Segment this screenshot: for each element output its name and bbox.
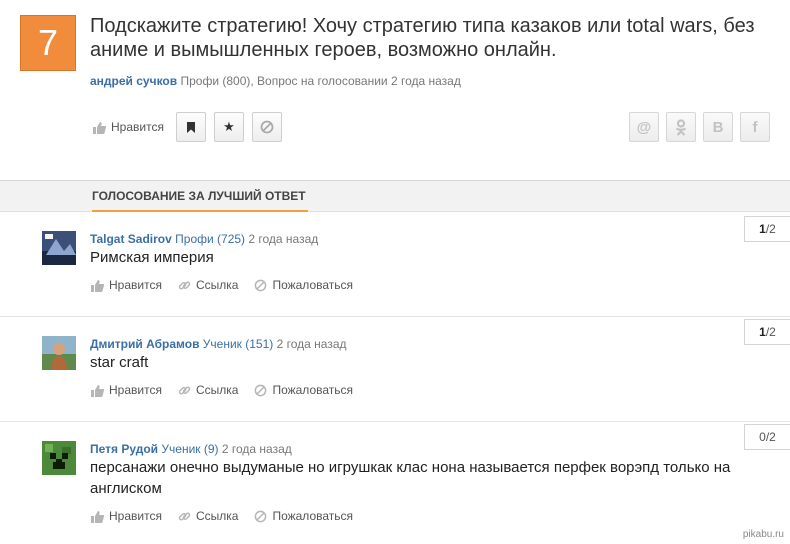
answer-text: star craft xyxy=(90,354,149,371)
bookmark-button[interactable] xyxy=(175,112,206,142)
answer-report-label: Пожаловаться xyxy=(272,278,354,292)
answer-actions: Нравится Ссылка Пожаловаться xyxy=(90,278,369,292)
bookmark-icon xyxy=(186,121,195,133)
answer-meta: Talgat Sadirov Профи (725) 2 года назад xyxy=(90,232,318,246)
answer-report-button[interactable]: Пожаловаться xyxy=(254,278,353,292)
answer-link-button[interactable]: Ссылка xyxy=(178,383,238,397)
question-author-link[interactable]: андрей сучков xyxy=(90,74,177,88)
answer-author-rank: Ученик (151) xyxy=(202,337,274,351)
answer-like-button[interactable]: Нравится xyxy=(90,278,162,292)
section-title: ГОЛОСОВАНИЕ ЗА ЛУЧШИЙ ОТВЕТ xyxy=(92,181,308,212)
question-like-button[interactable]: Нравится xyxy=(92,120,164,134)
answer-like-button[interactable]: Нравится xyxy=(90,509,162,523)
answer-actions: Нравится Ссылка Пожаловаться xyxy=(90,509,369,523)
avatar[interactable] xyxy=(42,441,76,475)
facebook-icon: f xyxy=(752,118,758,136)
thumbs-up-icon xyxy=(91,279,104,292)
vote-counter: 1/2 xyxy=(744,216,790,242)
block-icon xyxy=(255,510,267,522)
answer-actions: Нравится Ссылка Пожаловаться xyxy=(90,383,369,397)
answer-author-rank: Ученик (9) xyxy=(161,442,219,456)
question-meta-text: Профи (800), Вопрос на голосовании 2 год… xyxy=(180,74,461,88)
answer-link-label: Ссылка xyxy=(195,383,239,397)
share-buttons: @ В f xyxy=(622,112,770,142)
answer-author-link[interactable]: Петя Рудой xyxy=(90,442,158,456)
answer-report-button[interactable]: Пожаловаться xyxy=(254,383,353,397)
vote-count: 1 xyxy=(759,222,766,236)
share-vk-button[interactable]: В xyxy=(703,112,733,142)
question-number-badge: 7 xyxy=(20,15,76,71)
answer-meta: Петя Рудой Ученик (9) 2 года назад xyxy=(90,442,292,456)
share-facebook-button[interactable]: f xyxy=(740,112,770,142)
answer-text: персанажи онечно выдуманые но игрушкак к… xyxy=(90,459,731,497)
question-title: Подскажите стратегию! Хочу стратегию тип… xyxy=(90,15,755,61)
answer-report-button[interactable]: Пожаловаться xyxy=(254,509,353,523)
thumbs-up-icon xyxy=(91,384,104,397)
watermark: pikabu.ru xyxy=(742,529,784,540)
block-icon xyxy=(255,384,267,396)
section-bar: ГОЛОСОВАНИЕ ЗА ЛУЧШИЙ ОТВЕТ xyxy=(0,180,790,212)
vote-counter: 1/2 xyxy=(744,319,790,345)
answer-like-label: Нравится xyxy=(109,509,162,523)
vote-counter: 0/2 xyxy=(744,424,790,450)
answer-link-label: Ссылка xyxy=(195,278,239,292)
block-icon xyxy=(260,120,274,134)
answer-item: 1/2 Talgat Sadirov Профи (725) 2 года на… xyxy=(0,212,790,317)
answer-item: 0/2 Петя Рудой Ученик (9) 2 года назад п… xyxy=(0,422,790,544)
thumbs-up-icon xyxy=(91,510,104,523)
avatar[interactable] xyxy=(42,231,76,265)
answer-time: 2 года назад xyxy=(248,232,319,246)
vote-total: 0/2 xyxy=(759,430,776,444)
question-like-label: Нравится xyxy=(111,120,164,134)
link-icon xyxy=(178,386,191,394)
block-button[interactable] xyxy=(251,112,282,142)
answer-author-rank: Профи (725) xyxy=(175,232,246,246)
mail-icon: @ xyxy=(636,118,652,136)
answer-link-button[interactable]: Ссылка xyxy=(178,278,238,292)
thumbs-up-icon xyxy=(93,121,106,134)
link-icon xyxy=(178,512,191,520)
ok-icon xyxy=(675,118,687,136)
answer-time: 2 года назад xyxy=(276,337,347,351)
answer-author-link[interactable]: Talgat Sadirov xyxy=(90,232,172,246)
vote-count: 1 xyxy=(759,325,766,339)
avatar[interactable] xyxy=(42,336,76,370)
answer-link-label: Ссылка xyxy=(195,509,239,523)
link-icon xyxy=(178,281,191,289)
vk-icon: В xyxy=(712,118,724,136)
answer-like-label: Нравится xyxy=(109,278,162,292)
answer-author-link[interactable]: Дмитрий Абрамов xyxy=(90,337,199,351)
question-actions: Нравится ★ xyxy=(92,112,290,142)
answer-report-label: Пожаловаться xyxy=(272,509,354,523)
share-mail-button[interactable]: @ xyxy=(629,112,659,142)
answer-like-button[interactable]: Нравится xyxy=(90,383,162,397)
vote-total: /2 xyxy=(765,325,776,339)
answer-report-label: Пожаловаться xyxy=(272,383,354,397)
answer-item: 1/2 Дмитрий Абрамов Ученик (151) 2 года … xyxy=(0,317,790,422)
answer-link-button[interactable]: Ссылка xyxy=(178,509,238,523)
answer-like-label: Нравится xyxy=(109,383,162,397)
vote-total: /2 xyxy=(765,222,776,236)
share-ok-button[interactable] xyxy=(666,112,696,142)
answer-time: 2 года назад xyxy=(221,442,292,456)
answer-meta: Дмитрий Абрамов Ученик (151) 2 года наза… xyxy=(90,337,347,351)
answer-text: Римская империя xyxy=(90,249,214,266)
favorite-button[interactable]: ★ xyxy=(213,112,244,142)
block-icon xyxy=(255,279,267,291)
star-icon: ★ xyxy=(223,119,235,134)
question-meta: андрей сучков Профи (800), Вопрос на гол… xyxy=(90,74,461,88)
